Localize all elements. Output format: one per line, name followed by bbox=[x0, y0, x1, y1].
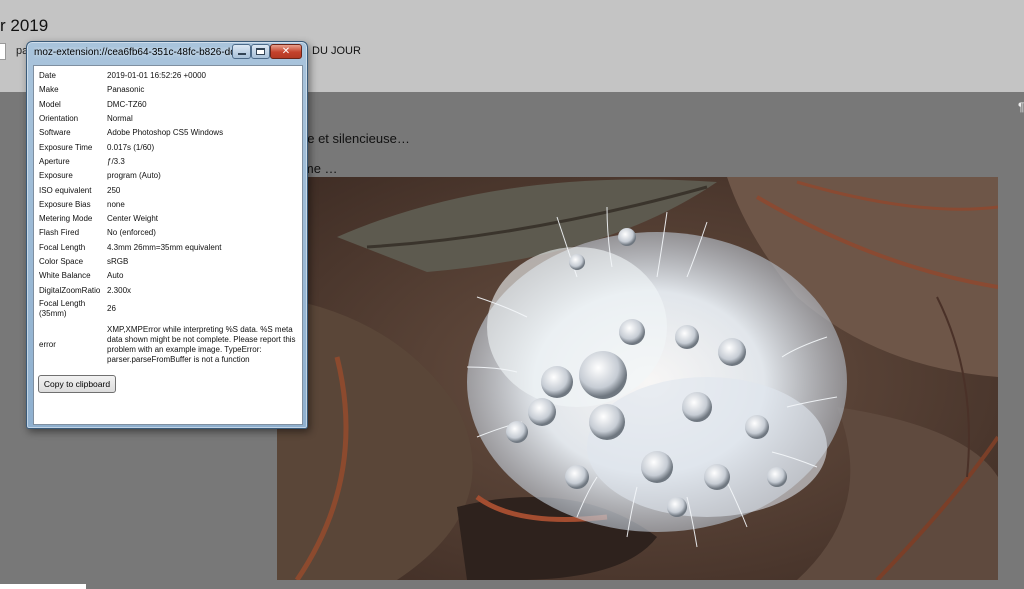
post-photo[interactable] bbox=[277, 177, 998, 580]
exif-row: Orientation Normal bbox=[37, 112, 299, 126]
exif-key: Orientation bbox=[39, 114, 79, 124]
exif-value: 4.3mm 26mm=35mm equivalent bbox=[107, 242, 222, 252]
popup-content: Date 2019-01-01 16:52:26 +0000 Make Panason… bbox=[33, 65, 303, 425]
exif-key: Metering Mode bbox=[39, 214, 93, 224]
exif-key: Aperture bbox=[39, 156, 70, 166]
minimize-icon bbox=[233, 45, 250, 58]
maximize-icon bbox=[252, 45, 269, 58]
exif-value: Panasonic bbox=[107, 85, 145, 95]
exif-value: 250 bbox=[107, 185, 121, 195]
exif-value: ƒ/3.3 bbox=[107, 156, 125, 166]
exif-key: Date bbox=[39, 71, 56, 81]
nav-button-stub[interactable] bbox=[0, 43, 6, 60]
exif-row: Software Adobe Photoshop CS5 Windows bbox=[37, 126, 299, 140]
exif-value: Adobe Photoshop CS5 Windows bbox=[107, 128, 224, 138]
copy-to-clipboard-button[interactable]: Copy to clipboard bbox=[38, 375, 116, 393]
bottom-bar-fragment bbox=[0, 584, 86, 589]
exif-key: Exposure Bias bbox=[39, 199, 91, 209]
exif-key: ISO equivalent bbox=[39, 185, 92, 195]
exif-value: 2019-01-01 16:52:26 +0000 bbox=[107, 71, 206, 81]
pilcrow-icon: ¶ bbox=[1018, 100, 1024, 114]
exif-key: Make bbox=[39, 85, 59, 95]
exif-key: Focal Length bbox=[39, 242, 86, 252]
exif-value: none bbox=[107, 199, 125, 209]
popup-title[interactable]: moz-extension://cea6fb64-351c-48fc-b826-… bbox=[34, 47, 234, 61]
exif-row: Focal Length 4.3mm 26mm=35mm equivalent bbox=[37, 241, 299, 255]
exif-key: Color Space bbox=[39, 257, 84, 266]
exif-key: White Balance bbox=[39, 271, 91, 281]
exif-row: Focal Length (35mm) 26 bbox=[37, 298, 299, 320]
exif-value: Auto bbox=[107, 271, 124, 281]
exif-row: DigitalZoomRatio 2.300x bbox=[37, 283, 299, 297]
exif-value: Normal bbox=[107, 114, 133, 124]
exif-key: error bbox=[39, 339, 56, 349]
exif-row: Model DMC-TZ60 bbox=[37, 98, 299, 112]
exif-row: Metering Mode Center Weight bbox=[37, 212, 299, 226]
close-button[interactable]: ✕ bbox=[270, 44, 302, 59]
exif-value: 0.017s (1/60) bbox=[107, 142, 155, 152]
exif-key: Exposure Time bbox=[39, 142, 93, 152]
exif-value: program (Auto) bbox=[107, 171, 161, 181]
exif-row: Aperture ƒ/3.3 bbox=[37, 155, 299, 169]
maximize-button[interactable] bbox=[251, 44, 270, 59]
exif-value: No (enforced) bbox=[107, 228, 156, 238]
exif-value: Center Weight bbox=[107, 214, 158, 224]
exif-row: Flash Fired No (enforced) bbox=[37, 226, 299, 240]
nav-link-du-jour[interactable]: DU JOUR bbox=[312, 45, 361, 57]
exif-value: DMC-TZ60 bbox=[107, 99, 147, 109]
exif-key: Exposure bbox=[39, 171, 73, 181]
exif-key: Focal Length (35mm) bbox=[39, 298, 86, 318]
exif-row: Exposure Time 0.017s (1/60) bbox=[37, 140, 299, 154]
exif-row: Exposure program (Auto) bbox=[37, 169, 299, 183]
page-title: r 2019 bbox=[0, 16, 49, 35]
exif-key: Model bbox=[39, 99, 61, 109]
exif-value: sRGB bbox=[107, 257, 129, 266]
exif-table: Date 2019-01-01 16:52:26 +0000 Make Panason… bbox=[37, 69, 299, 370]
exif-value: 2.300x bbox=[107, 285, 132, 295]
exif-popup-window[interactable]: moz-extension://cea6fb64-351c-48fc-b826-… bbox=[26, 41, 308, 429]
exif-key: DigitalZoomRatio bbox=[39, 285, 101, 295]
exif-row: Make Panasonic bbox=[37, 83, 299, 97]
exif-key: Software bbox=[39, 128, 71, 138]
frost-on-leaf-image bbox=[277, 177, 998, 580]
exif-key: Flash Fired bbox=[39, 228, 80, 238]
exif-row: ISO equivalent 250 bbox=[37, 183, 299, 197]
exif-row: Color Space sRGB bbox=[37, 255, 299, 269]
close-icon: ✕ bbox=[281, 46, 291, 57]
exif-value: 26 bbox=[107, 303, 116, 313]
exif-value: XMP,XMPError while interpreting %S data.… bbox=[107, 324, 296, 364]
minimize-button[interactable] bbox=[232, 44, 251, 59]
post-text-line: de et silencieuse… bbox=[300, 131, 410, 146]
exif-row: Date 2019-01-01 16:52:26 +0000 bbox=[37, 69, 299, 83]
exif-row: error XMP,XMPError while interpreting %S … bbox=[37, 320, 299, 370]
exif-row: White Balance Auto bbox=[37, 269, 299, 283]
exif-row: Exposure Bias none bbox=[37, 198, 299, 212]
